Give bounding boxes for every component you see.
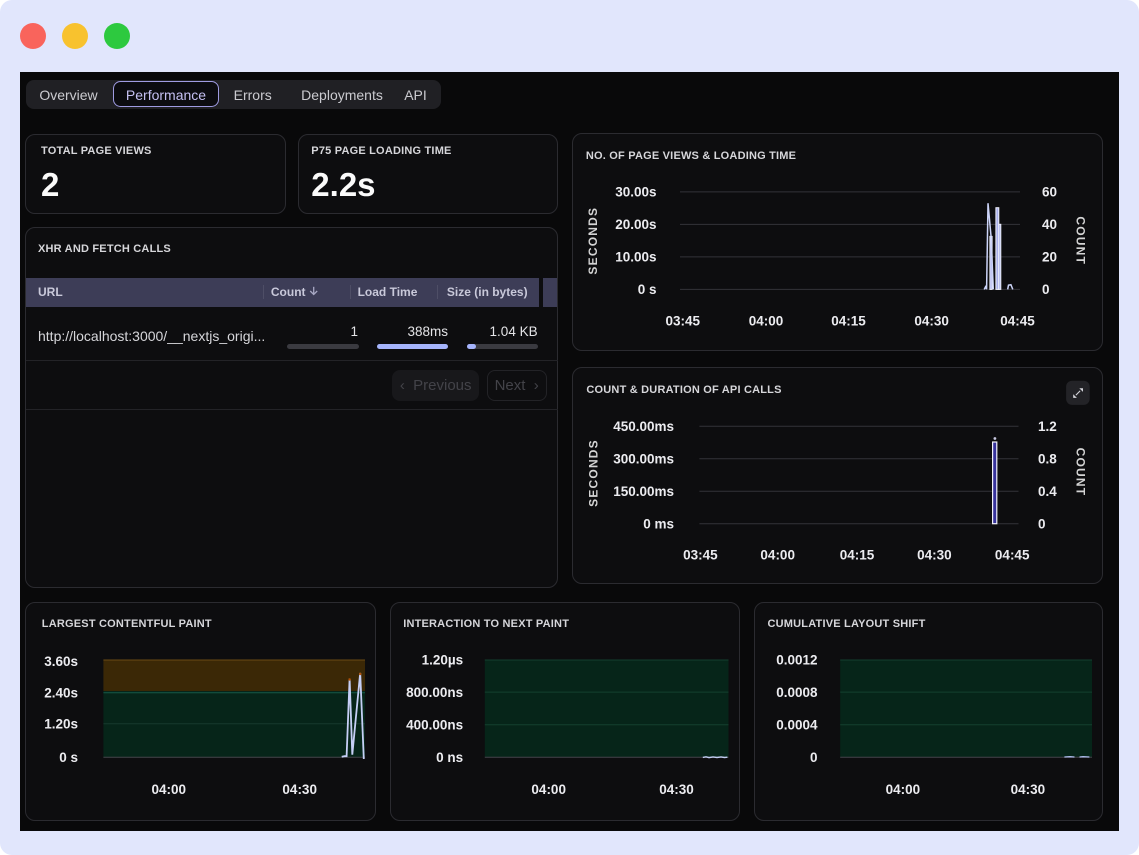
svg-text:03:45: 03:45 [665, 314, 700, 329]
svg-text:1.2: 1.2 [1038, 419, 1057, 434]
svg-text:0 ns: 0 ns [436, 750, 463, 765]
svg-text:LARGEST CONTENTFUL PAINT: LARGEST CONTENTFUL PAINT [42, 618, 212, 630]
svg-text:04:30: 04:30 [917, 548, 952, 563]
svg-text:450.00ms: 450.00ms [613, 419, 674, 434]
svg-text:04:00: 04:00 [152, 782, 187, 797]
svg-text:150.00ms: 150.00ms [613, 484, 674, 499]
svg-text:0: 0 [810, 750, 818, 765]
svg-text:10.00s: 10.00s [615, 250, 656, 265]
svg-text:800.00ns: 800.00ns [406, 685, 463, 700]
svg-text:0 s: 0 s [638, 282, 657, 297]
svg-text:SECONDS: SECONDS [586, 439, 600, 507]
svg-text:04:00: 04:00 [531, 782, 566, 797]
svg-text:0.8: 0.8 [1038, 452, 1057, 467]
svg-text:60: 60 [1042, 185, 1057, 200]
svg-text:0 s: 0 s [59, 750, 78, 765]
svg-text:04:00: 04:00 [760, 548, 795, 563]
svg-text:04:15: 04:15 [840, 548, 875, 563]
svg-text:04:30: 04:30 [1011, 782, 1046, 797]
svg-text:1.20s: 1.20s [44, 716, 78, 731]
svg-text:0.0004: 0.0004 [776, 717, 818, 732]
svg-text:COUNT: COUNT [1073, 217, 1087, 266]
svg-text:COUNT & DURATION OF API CALLS: COUNT & DURATION OF API CALLS [586, 384, 781, 396]
svg-text:0.0008: 0.0008 [776, 685, 818, 700]
svg-text:03:45: 03:45 [683, 548, 718, 563]
svg-text:400.00ns: 400.00ns [406, 717, 463, 732]
svg-text:COUNT: COUNT [1073, 448, 1087, 497]
svg-text:0: 0 [1038, 517, 1046, 532]
svg-text:04:45: 04:45 [995, 548, 1030, 563]
svg-text:300.00ms: 300.00ms [613, 452, 674, 467]
svg-text:04:15: 04:15 [831, 314, 866, 329]
svg-text:04:00: 04:00 [749, 314, 784, 329]
svg-text:04:00: 04:00 [886, 782, 921, 797]
svg-text:2.40s: 2.40s [44, 685, 78, 700]
svg-text:0.0012: 0.0012 [776, 652, 817, 667]
svg-text:0: 0 [1042, 282, 1050, 297]
svg-text:04:30: 04:30 [914, 314, 949, 329]
svg-text:40: 40 [1042, 217, 1057, 232]
svg-text:20: 20 [1042, 250, 1057, 265]
svg-text:SECONDS: SECONDS [586, 207, 600, 275]
svg-text:04:30: 04:30 [282, 782, 317, 797]
svg-text:3.60s: 3.60s [44, 654, 78, 669]
svg-text:20.00s: 20.00s [615, 217, 656, 232]
svg-text:30.00s: 30.00s [615, 185, 656, 200]
svg-text:0.4: 0.4 [1038, 484, 1057, 499]
svg-text:04:45: 04:45 [1000, 314, 1035, 329]
svg-text:INTERACTION TO NEXT PAINT: INTERACTION TO NEXT PAINT [403, 618, 569, 630]
svg-text:CUMULATIVE LAYOUT SHIFT: CUMULATIVE LAYOUT SHIFT [768, 618, 926, 630]
svg-text:0 ms: 0 ms [643, 517, 674, 532]
svg-text:NO. OF PAGE VIEWS & LOADING TI: NO. OF PAGE VIEWS & LOADING TIME [586, 150, 796, 162]
svg-text:04:30: 04:30 [659, 782, 694, 797]
svg-text:1.20µs: 1.20µs [421, 652, 463, 667]
